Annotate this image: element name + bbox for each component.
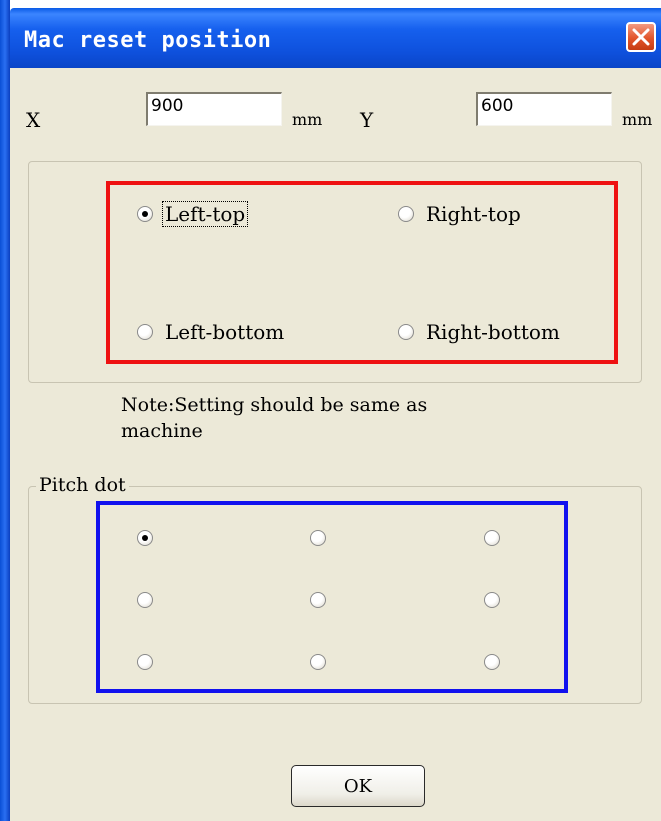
y-unit: mm xyxy=(622,110,653,129)
title-bar[interactable]: Mac reset position xyxy=(10,8,661,68)
label-left-bottom[interactable]: Left-bottom xyxy=(165,320,284,344)
close-x-icon xyxy=(632,28,650,46)
label-right-top[interactable]: Right-top xyxy=(426,202,521,226)
ok-button[interactable]: OK xyxy=(291,765,425,807)
pitch-dot-radio[interactable] xyxy=(310,654,326,670)
pitch-dot-radio[interactable] xyxy=(310,592,326,608)
radio-right-bottom[interactable] xyxy=(398,324,414,340)
pitch-dot-radio[interactable] xyxy=(484,592,500,608)
window-title: Mac reset position xyxy=(24,28,272,53)
y-label: Y xyxy=(360,108,374,132)
pitch-dot-radio[interactable] xyxy=(484,530,500,546)
window-frame-left xyxy=(0,0,10,821)
x-unit: mm xyxy=(292,110,323,129)
label-right-bottom[interactable]: Right-bottom xyxy=(426,320,560,344)
y-input[interactable]: 600 xyxy=(476,92,612,126)
pitch-dot-radio[interactable] xyxy=(484,654,500,670)
note-line-2: machine xyxy=(121,420,203,442)
label-left-top[interactable]: Left-top xyxy=(162,201,249,227)
dialog-body: X 900 mm Y 600 mm Left-top Right-top Lef… xyxy=(10,68,661,821)
pitch-dot-radio[interactable] xyxy=(310,530,326,546)
radio-left-top[interactable] xyxy=(137,206,153,222)
x-label: X xyxy=(26,108,41,132)
note-line-1: Note:Setting should be same as xyxy=(121,394,428,416)
close-button[interactable] xyxy=(626,22,656,52)
pitch-dot-radio[interactable] xyxy=(137,654,153,670)
x-input[interactable]: 900 xyxy=(146,92,282,126)
pitch-dot-radio[interactable] xyxy=(137,530,153,546)
radio-left-bottom[interactable] xyxy=(137,324,153,340)
radio-right-top[interactable] xyxy=(398,206,414,222)
pitch-dot-radio[interactable] xyxy=(137,592,153,608)
pitch-dot-legend: Pitch dot xyxy=(36,474,129,496)
